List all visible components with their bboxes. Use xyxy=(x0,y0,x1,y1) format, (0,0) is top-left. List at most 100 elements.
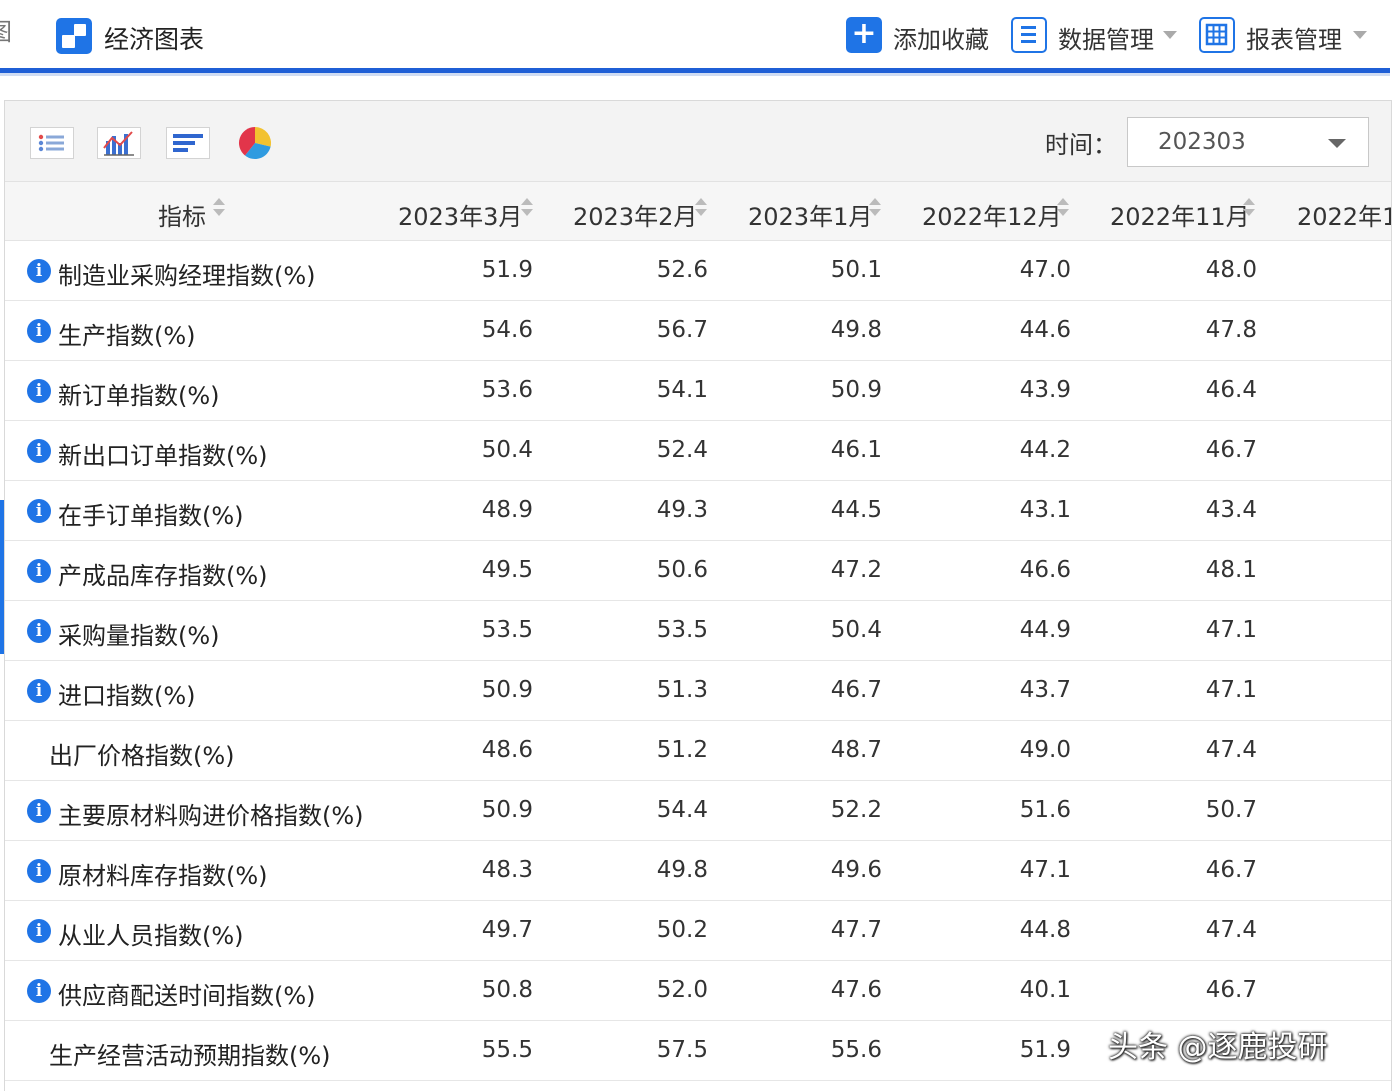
sort-icon[interactable] xyxy=(695,197,707,219)
table-cell: 53.6 xyxy=(481,377,533,403)
info-icon[interactable]: i xyxy=(27,679,51,703)
table-cell: 48.7 xyxy=(830,737,882,763)
indicator-name: 产成品库存指数(%) xyxy=(58,562,268,590)
info-icon[interactable]: i xyxy=(27,979,51,1003)
table-cell: 50.2 xyxy=(656,917,708,943)
indicator-name: 进口指数(%) xyxy=(58,682,196,710)
column-header[interactable]: 2023年2月 xyxy=(573,197,697,232)
report-management-menu[interactable]: 报表管理 xyxy=(1199,17,1371,55)
time-select-value: 202303 xyxy=(1158,129,1246,155)
table-cell: 50.1 xyxy=(830,257,882,283)
sort-icon[interactable] xyxy=(1057,197,1069,219)
table-cell: 48.6 xyxy=(481,737,533,763)
table-row[interactable]: i 主要原材料购进价格指数(%) 50.9 54.4 52.2 51.6 50.7 xyxy=(5,781,1391,841)
table-cell: 44.8 xyxy=(1019,917,1071,943)
chevron-down-icon xyxy=(1328,139,1346,148)
table-cell: 47.1 xyxy=(1019,857,1071,883)
info-icon[interactable]: i xyxy=(27,919,51,943)
column-header[interactable]: 2023年1月 xyxy=(748,197,872,232)
list-view-button[interactable] xyxy=(30,127,74,159)
app-title: 经济图表 xyxy=(104,25,205,54)
pie-chart-view-button[interactable] xyxy=(237,125,273,161)
table-cell: 44.2 xyxy=(1019,437,1071,463)
table-row[interactable]: i 供应商配送时间指数(%) 50.8 52.0 47.6 40.1 46.7 xyxy=(5,961,1391,1021)
table-cell: 49.7 xyxy=(481,917,533,943)
sort-icon[interactable] xyxy=(213,197,225,219)
table-cell: 47.4 xyxy=(1205,917,1257,943)
bar-chart-view-button[interactable] xyxy=(97,127,141,159)
table-cell: 51.3 xyxy=(656,677,708,703)
indicator-name: 制造业采购经理指数(%) xyxy=(58,262,316,290)
plus-icon: + xyxy=(846,17,882,53)
horizontal-bar-view-button[interactable] xyxy=(166,127,210,159)
table-row[interactable]: i 制造业采购经理指数(%) 51.9 52.6 50.1 47.0 48.0 xyxy=(5,241,1391,301)
indicator-name: 供应商配送时间指数(%) xyxy=(58,982,316,1010)
info-icon[interactable]: i xyxy=(27,259,51,283)
table-cell: 48.3 xyxy=(481,857,533,883)
add-favorite-button[interactable]: + 添加收藏 xyxy=(846,17,996,55)
table-cell: 50.6 xyxy=(656,557,708,583)
column-header[interactable]: 2023年3月 xyxy=(398,197,522,232)
indicator-name: 新出口订单指数(%) xyxy=(58,442,268,470)
table-cell: 52.0 xyxy=(656,977,708,1003)
info-icon[interactable]: i xyxy=(27,559,51,583)
info-icon[interactable]: i xyxy=(27,859,51,883)
table-cell: 51.2 xyxy=(656,737,708,763)
table-cell: 43.7 xyxy=(1019,677,1071,703)
table-row[interactable]: i 从业人员指数(%) 49.7 50.2 47.7 44.8 47.4 xyxy=(5,901,1391,961)
indicator-name: 生产指数(%) xyxy=(58,322,196,350)
column-header[interactable]: 2022年12月 xyxy=(922,197,1062,232)
chevron-down-icon xyxy=(1163,31,1177,39)
column-header-indicator[interactable]: 指标 xyxy=(158,197,206,232)
info-icon[interactable]: i xyxy=(27,799,51,823)
table-row[interactable]: i 产成品库存指数(%) 49.5 50.6 47.2 46.6 48.1 xyxy=(5,541,1391,601)
table-cell: 43.9 xyxy=(1019,377,1071,403)
time-select[interactable]: 202303 xyxy=(1127,117,1369,167)
table-row[interactable]: i 在手订单指数(%) 48.9 49.3 44.5 43.1 43.4 xyxy=(5,481,1391,541)
table-cell: 47.8 xyxy=(1205,317,1257,343)
table-cell: 47.1 xyxy=(1205,677,1257,703)
table-cell: 44.5 xyxy=(830,497,882,523)
table-cell: 50.4 xyxy=(830,617,882,643)
info-icon[interactable]: i xyxy=(27,379,51,403)
sort-icon[interactable] xyxy=(521,197,533,219)
info-icon[interactable]: i xyxy=(27,439,51,463)
pie-chart-view-icon xyxy=(238,127,272,160)
table-row[interactable]: i 新出口订单指数(%) 50.4 52.4 46.1 44.2 46.7 xyxy=(5,421,1391,481)
table-row[interactable]: i 进口指数(%) 50.9 51.3 46.7 43.7 47.1 xyxy=(5,661,1391,721)
column-header[interactable]: 2022年11月 xyxy=(1110,197,1250,232)
table-cell: 49.0 xyxy=(1019,737,1071,763)
indicator-name: 出厂价格指数(%) xyxy=(49,742,235,770)
info-icon[interactable]: i xyxy=(27,619,51,643)
table-cell: 43.1 xyxy=(1019,497,1071,523)
table-cell: 49.5 xyxy=(481,557,533,583)
table-cell: 46.4 xyxy=(1205,377,1257,403)
table-cell: 56.7 xyxy=(656,317,708,343)
data-panel: 时间： 202303 指标 2023年3月 2023年2月 2023年1月 20… xyxy=(4,100,1392,1091)
indicator-name: 从业人员指数(%) xyxy=(58,922,244,950)
table-cell: 57.5 xyxy=(656,1037,708,1063)
table-row[interactable]: i 新订单指数(%) 53.6 54.1 50.9 43.9 46.4 xyxy=(5,361,1391,421)
table-cell: 51.6 xyxy=(1019,797,1071,823)
table-row[interactable]: i 生产指数(%) 54.6 56.7 49.8 44.6 47.8 xyxy=(5,301,1391,361)
table-row[interactable]: i 原材料库存指数(%) 48.3 49.8 49.6 47.1 46.7 xyxy=(5,841,1391,901)
table-cell: 50.4 xyxy=(481,437,533,463)
table-cell: 47.0 xyxy=(1019,257,1071,283)
indicator-name: 主要原材料购进价格指数(%) xyxy=(58,802,364,830)
sort-icon[interactable] xyxy=(869,197,881,219)
sort-icon[interactable] xyxy=(1243,197,1255,219)
table-cell: 47.4 xyxy=(1205,737,1257,763)
table-row[interactable]: 出厂价格指数(%) 48.6 51.2 48.7 49.0 47.4 xyxy=(5,721,1391,781)
table-cell: 52.2 xyxy=(830,797,882,823)
table-cell: 47.2 xyxy=(830,557,882,583)
data-management-menu[interactable]: 数据管理 xyxy=(1011,17,1181,55)
column-header[interactable]: 2022年1 xyxy=(1297,197,1391,232)
table-cell: 44.9 xyxy=(1019,617,1071,643)
table-cell: 40.1 xyxy=(1019,977,1071,1003)
table-cell: 47.7 xyxy=(830,917,882,943)
table-cell: 46.7 xyxy=(830,677,882,703)
table-row[interactable]: i 采购量指数(%) 53.5 53.5 50.4 44.9 47.1 xyxy=(5,601,1391,661)
info-icon[interactable]: i xyxy=(27,499,51,523)
info-icon[interactable]: i xyxy=(27,319,51,343)
table-cell: 46.1 xyxy=(830,437,882,463)
